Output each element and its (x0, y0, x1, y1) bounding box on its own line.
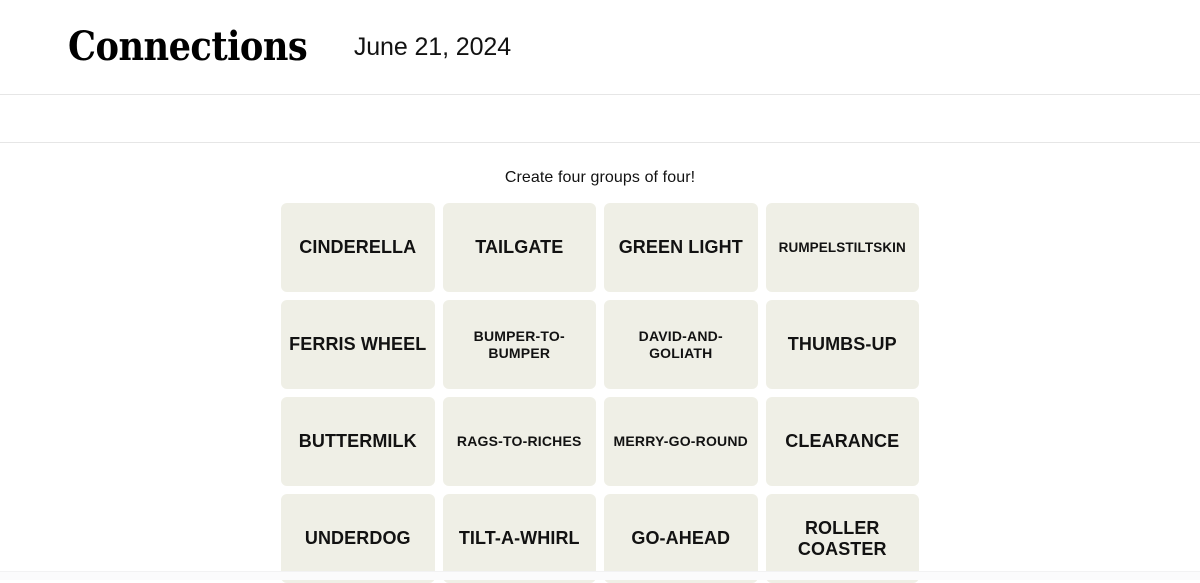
word-tile-label: GREEN LIGHT (618, 237, 743, 258)
word-tile-label: MERRY-GO-ROUND (613, 433, 748, 450)
word-tile[interactable]: BUMPER-TO-BUMPER (442, 300, 596, 389)
word-tile-label: ROLLER COASTER (797, 517, 887, 559)
word-tile-label: RUMPELSTILTSKIN (778, 239, 906, 255)
word-tile[interactable]: GREEN LIGHT (604, 203, 758, 292)
footer-strip (0, 571, 1200, 580)
word-tile-label: BUMPER-TO-BUMPER (473, 328, 565, 361)
instruction-text: Create four groups of four! (504, 169, 696, 186)
tile-grid: CINDERELLA TAILGATE GREEN LIGHT RUMPELSTILT… (281, 203, 919, 583)
word-tile[interactable]: TILT-A-WHIRL (442, 494, 596, 583)
word-tile[interactable]: BUTTERMILK (281, 397, 435, 486)
word-tile-label: TILT-A-WHIRL (458, 528, 580, 549)
word-tile-label: CLEARANCE (785, 431, 900, 452)
word-tile-label: GO-AHEAD (631, 528, 731, 549)
word-tile[interactable]: FERRIS WHEEL (281, 300, 435, 389)
word-tile[interactable]: CLEARANCE (765, 397, 919, 486)
word-tile[interactable]: CINDERELLA (281, 203, 435, 292)
word-tile-label: THUMBS-UP (787, 334, 897, 355)
game-board-area: Create four groups of four! CINDERELLA TA… (0, 143, 1200, 583)
word-tile-label: DAVID-AND-GOLIATH (638, 328, 723, 361)
word-tile[interactable]: GO-AHEAD (604, 494, 758, 583)
word-tile-label: FERRIS WHEEL (289, 334, 427, 355)
word-tile[interactable]: THUMBS-UP (765, 300, 919, 389)
word-tile-label: RAGS-TO-RICHES (456, 433, 582, 450)
word-tile-label: TAILGATE (475, 237, 564, 258)
word-tile-label: BUTTERMILK (298, 431, 417, 452)
puzzle-date: June 21, 2024 (353, 32, 512, 61)
word-tile[interactable]: TAILGATE (442, 203, 596, 292)
word-tile[interactable]: UNDERDOG (281, 494, 435, 583)
word-tile[interactable]: ROLLER COASTER (765, 494, 919, 583)
toolbar (0, 95, 1200, 143)
word-tile[interactable]: RAGS-TO-RICHES (442, 397, 596, 486)
word-tile[interactable]: MERRY-GO-ROUND (604, 397, 758, 486)
masthead: Connections June 21, 2024 (0, 0, 1200, 95)
page-title: Connections (68, 23, 308, 70)
word-tile-label: UNDERDOG (304, 528, 411, 549)
word-tile[interactable]: DAVID-AND-GOLIATH (604, 300, 758, 389)
word-tile-label: CINDERELLA (299, 237, 417, 258)
word-tile[interactable]: RUMPELSTILTSKIN (765, 203, 919, 292)
